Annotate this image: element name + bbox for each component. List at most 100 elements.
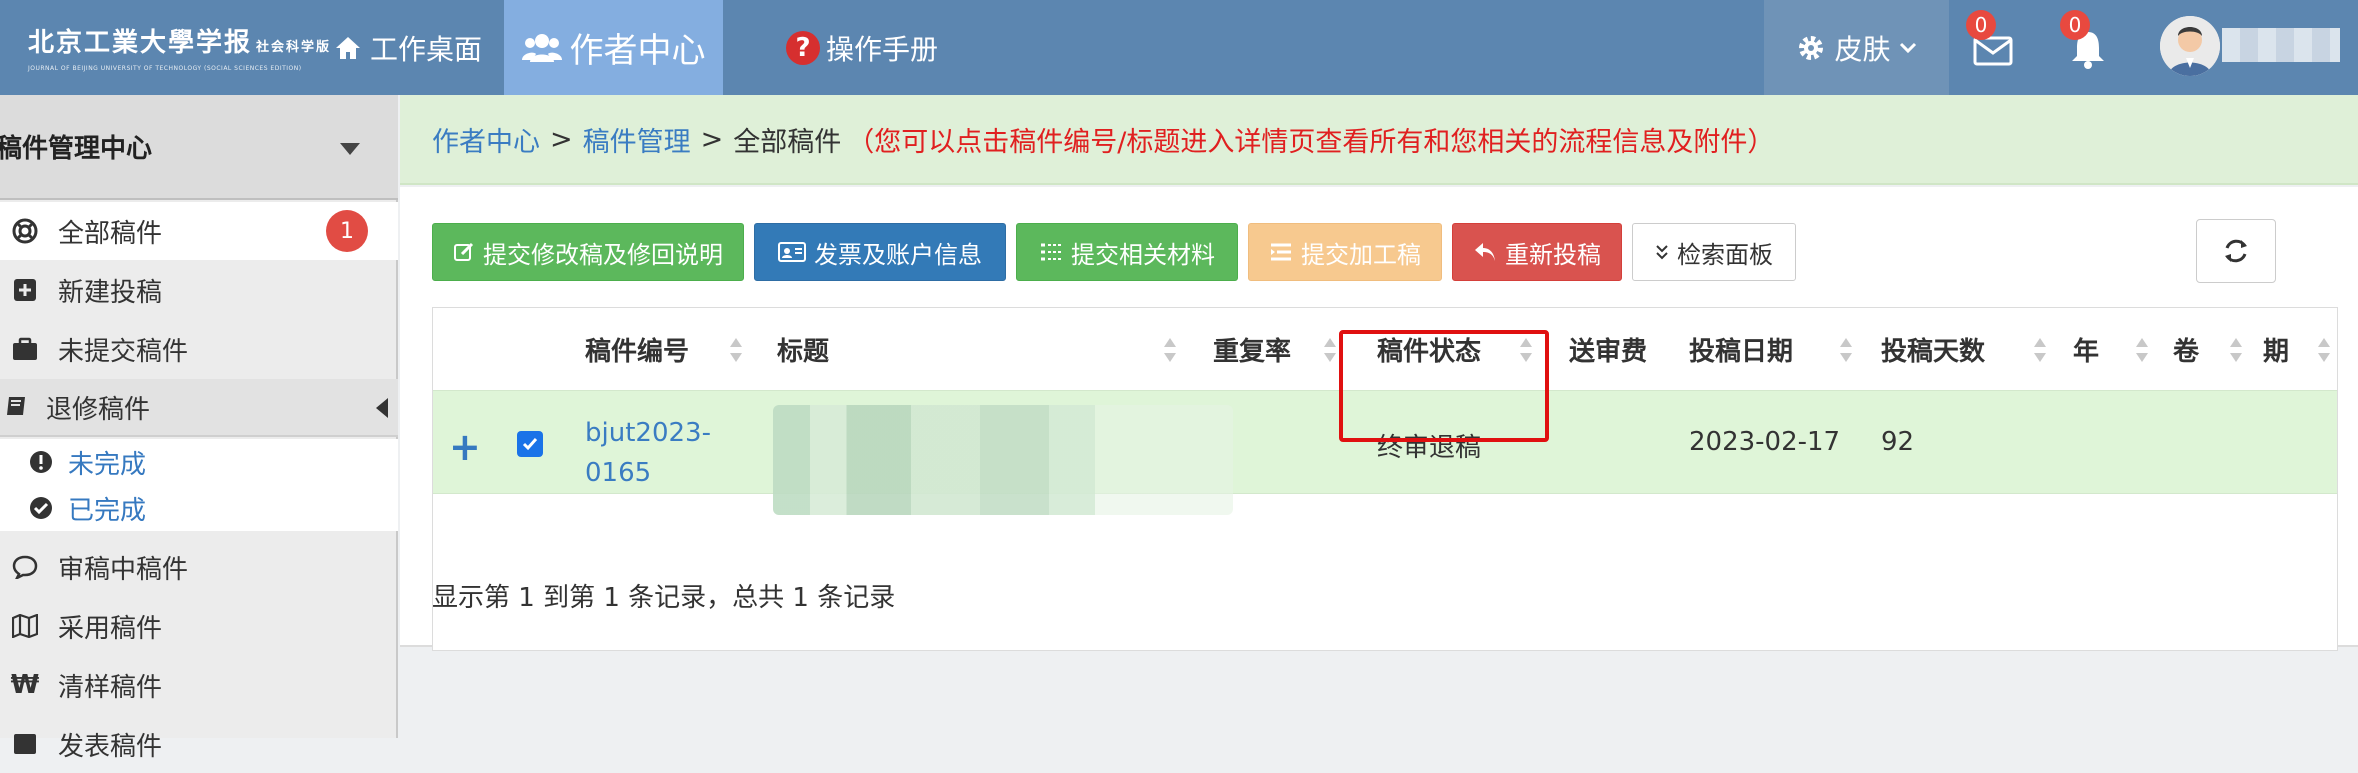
- column-header-fee: 送审费: [1569, 336, 1648, 367]
- submit-revision-label: 提交修改稿及修回说明: [483, 240, 723, 269]
- edit-icon: [454, 242, 474, 261]
- skin-dropdown[interactable]: 皮肤: [1764, 0, 1949, 95]
- sidebar-item-unsubmitted[interactable]: 未提交稿件: [0, 320, 398, 378]
- breadcrumb-separator: >: [700, 123, 724, 155]
- search-panel-label: 检索面板: [1677, 240, 1773, 269]
- sidebar-item-revision[interactable]: 退修稿件: [0, 379, 398, 437]
- column-header-id[interactable]: 稿件编号: [585, 308, 689, 390]
- checkmark-icon: [522, 438, 538, 451]
- sidebar-item-all[interactable]: 全部稿件 1: [0, 202, 398, 260]
- sidebar-header[interactable]: 稿件管理中心: [0, 95, 398, 200]
- sidebar-item-reviewing[interactable]: 审稿中稿件: [0, 538, 398, 596]
- submit-revision-button[interactable]: 提交修改稿及修回说明: [432, 223, 744, 281]
- sidebar-item-published[interactable]: 发表稿件: [0, 715, 398, 773]
- journal-logo[interactable]: 北京工業大學学报 社会科学版 JOURNAL OF BEIJING UNIVERS…: [28, 22, 329, 72]
- column-header-volume[interactable]: 卷: [2173, 308, 2199, 390]
- breadcrumb-section[interactable]: 稿件管理: [583, 120, 691, 159]
- nav-workspace-label: 工作桌面: [370, 32, 483, 66]
- breadcrumb-root[interactable]: 作者中心: [432, 120, 540, 159]
- won-icon: ₩: [10, 670, 40, 700]
- submit-materials-label: 提交相关材料: [1071, 240, 1215, 269]
- notifications-button[interactable]: 0: [2060, 10, 2116, 74]
- breadcrumb-separator: >: [550, 123, 573, 155]
- nav-manual[interactable]: ? 操作手册: [786, 0, 938, 95]
- manuscript-id-link[interactable]: bjut2023- 0165: [585, 413, 711, 493]
- sort-icon[interactable]: [2229, 336, 2243, 364]
- logo-title: 北京工業大學学报: [28, 28, 253, 58]
- sidebar: 稿件管理中心 全部稿件 1 新建投稿 未提交稿件 退修稿件 未完成 已完成 审稿…: [0, 95, 398, 762]
- submit-processed-button[interactable]: 提交加工稿: [1248, 223, 1442, 281]
- users-icon: [521, 33, 562, 62]
- resubmit-button[interactable]: 重新投稿: [1452, 223, 1622, 281]
- avatar[interactable]: [2160, 16, 2220, 76]
- expand-row-icon[interactable]: +: [449, 425, 481, 469]
- sort-icon[interactable]: [729, 336, 743, 364]
- lifebuoy-icon: [12, 218, 38, 244]
- double-chevron-down-icon: [1656, 245, 1668, 260]
- column-header-year[interactable]: 年: [2073, 308, 2099, 390]
- submit-materials-button[interactable]: 提交相关材料: [1016, 223, 1238, 281]
- search-panel-button[interactable]: 检索面板: [1632, 223, 1796, 281]
- briefcase-icon: [13, 337, 37, 360]
- nav-author-center-label: 作者中心: [569, 31, 706, 71]
- refresh-button[interactable]: [2196, 219, 2276, 283]
- sidebar-item-label: 采用稿件: [58, 613, 163, 644]
- plus-square-icon: [14, 279, 36, 301]
- book-icon: [7, 397, 25, 415]
- bell-badge: 0: [2060, 10, 2090, 40]
- breadcrumb-current: 全部稿件: [733, 126, 842, 158]
- sidebar-item-label: 退修稿件: [46, 394, 151, 425]
- list-icon: [1041, 243, 1061, 261]
- nav-author-center[interactable]: 作者中心: [504, 0, 723, 95]
- archive-icon: [14, 734, 36, 754]
- nav-manual-label: 操作手册: [826, 32, 939, 66]
- mail-badge: 0: [1966, 10, 1996, 40]
- sidebar-title: 稿件管理中心: [0, 134, 153, 164]
- sort-icon[interactable]: [1163, 336, 1177, 364]
- sort-icon[interactable]: [1323, 336, 1337, 364]
- refresh-icon: [2225, 239, 2247, 263]
- id-card-icon: [778, 242, 806, 262]
- sidebar-subitem-incomplete[interactable]: 未完成: [0, 439, 398, 485]
- resubmit-label: 重新投稿: [1505, 240, 1601, 269]
- column-header-issue[interactable]: 期: [2263, 308, 2289, 390]
- username-blurred: [2222, 28, 2340, 62]
- column-header-date[interactable]: 投稿日期: [1689, 308, 1793, 390]
- logo-english: JOURNAL OF BEIJING UNIVERSITY OF TECHNOL…: [28, 65, 302, 72]
- sidebar-item-label: 发表稿件: [58, 731, 163, 762]
- logo-edition: 社会科学版: [256, 40, 332, 55]
- sort-icon[interactable]: [2317, 336, 2331, 364]
- gear-icon: [1799, 35, 1824, 60]
- submission-days: 92: [1881, 427, 1915, 457]
- mail-button[interactable]: 0: [1966, 10, 2022, 74]
- breadcrumb: 作者中心 > 稿件管理 > 全部稿件 （您可以点击稿件编号/标题进入详情页查看所…: [400, 95, 2358, 185]
- sort-icon[interactable]: [2033, 336, 2047, 364]
- nav-workspace[interactable]: 工作桌面: [334, 0, 482, 95]
- sidebar-subitem-complete[interactable]: 已完成: [0, 485, 398, 531]
- status-highlight-box: [1339, 330, 1549, 442]
- check-circle-icon: [30, 497, 52, 519]
- sidebar-count-badge: 1: [326, 210, 368, 252]
- column-header-title[interactable]: 标题: [777, 308, 829, 390]
- sidebar-item-label: 清样稿件: [58, 672, 163, 703]
- reply-icon: [1475, 243, 1495, 261]
- pagination-info: 显示第 1 到第 1 条记录，总共 1 条记录: [432, 583, 896, 613]
- submit-processed-label: 提交加工稿: [1301, 240, 1421, 269]
- manuscript-title-blurred[interactable]: [773, 405, 1233, 515]
- invoice-label: 发票及账户信息: [814, 240, 982, 269]
- help-icon: ?: [786, 30, 820, 65]
- sidebar-item-proof[interactable]: ₩ 清样稿件: [0, 656, 398, 714]
- row-checkbox[interactable]: [517, 431, 543, 457]
- exclamation-circle-icon: [30, 451, 52, 473]
- column-header-similarity[interactable]: 重复率: [1213, 308, 1291, 390]
- sidebar-item-accepted[interactable]: 采用稿件: [0, 597, 398, 655]
- column-header-days[interactable]: 投稿天数: [1881, 308, 1985, 390]
- sidebar-subitem-label: 已完成: [68, 495, 147, 526]
- caret-left-icon: [376, 398, 388, 418]
- sort-icon[interactable]: [1839, 336, 1853, 364]
- invoice-button[interactable]: 发票及账户信息: [754, 223, 1006, 281]
- sort-icon[interactable]: [2135, 336, 2149, 364]
- sidebar-item-label: 审稿中稿件: [58, 554, 189, 585]
- sidebar-item-new[interactable]: 新建投稿: [0, 261, 398, 319]
- submission-date: 2023-02-17: [1689, 427, 1841, 457]
